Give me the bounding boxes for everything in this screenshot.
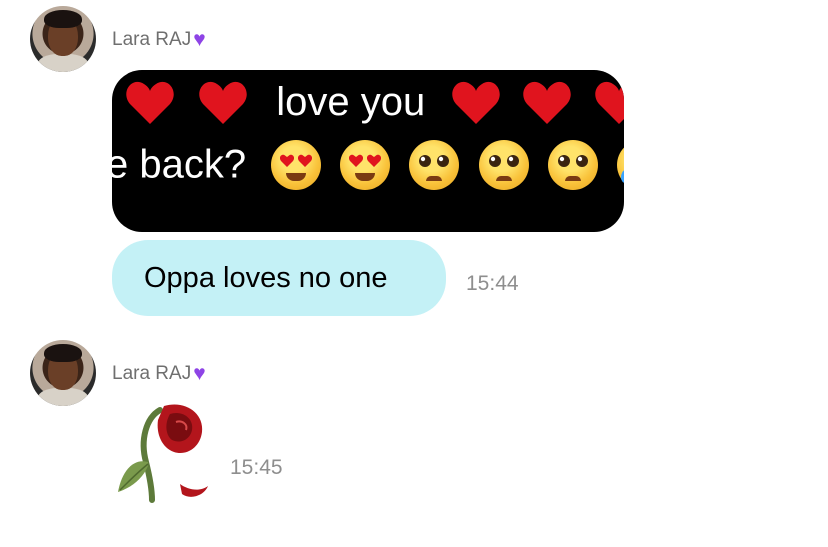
message-timestamp: 15:45 (230, 456, 283, 479)
message-timestamp: 15:44 (466, 272, 519, 295)
avatar-shirt (38, 54, 88, 72)
image-line-2: e back? (112, 140, 624, 190)
avatar[interactable] (30, 6, 96, 72)
red-heart-icon (452, 82, 501, 125)
sender-name: Lara RAJ ♥ (112, 28, 206, 52)
image-line-1: love you (124, 78, 624, 126)
avatar[interactable] (30, 340, 96, 406)
heart-eyes-emoji (340, 140, 391, 190)
purple-heart-icon: ♥ (193, 362, 206, 385)
sender-name-label: Lara RAJ (112, 363, 192, 384)
image-message[interactable]: love you e back? (112, 70, 624, 232)
image-text-love-you: love you (276, 79, 426, 124)
wilted-rose-emoji[interactable] (112, 400, 212, 504)
red-heart-icon (523, 82, 572, 125)
pleading-face-emoji (478, 140, 529, 190)
crying-face-emoji (616, 140, 624, 190)
avatar-shirt (38, 388, 88, 406)
message-text: Oppa loves no one (144, 261, 388, 294)
red-heart-icon (126, 82, 174, 125)
purple-heart-icon: ♥ (193, 28, 206, 51)
sender-name-label: Lara RAJ (112, 29, 192, 50)
avatar-hair (44, 10, 82, 28)
pleading-face-emoji (409, 140, 460, 190)
sender-name: Lara RAJ ♥ (112, 362, 206, 386)
pleading-face-emoji (547, 140, 598, 190)
avatar-hair (44, 344, 82, 362)
message-bubble[interactable]: Oppa loves no one (112, 240, 446, 316)
red-heart-icon (594, 82, 624, 125)
heart-eyes-emoji (271, 140, 322, 190)
image-text-back: e back? (112, 142, 247, 187)
red-heart-icon (199, 82, 247, 125)
